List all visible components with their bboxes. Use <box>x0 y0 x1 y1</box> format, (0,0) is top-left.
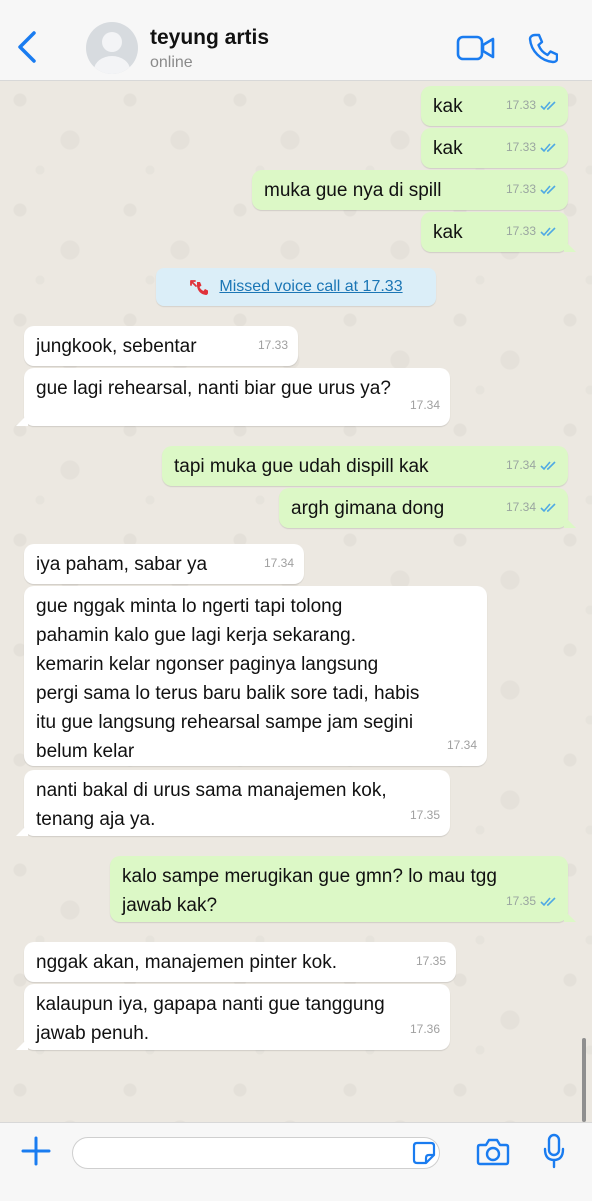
composer-bar <box>0 1122 592 1201</box>
message-meta: 17.33 <box>506 91 558 120</box>
read-ticks-icon <box>540 185 556 195</box>
message-meta: 17.35 <box>410 801 440 830</box>
phone-call-icon[interactable] <box>528 32 558 64</box>
microphone-icon[interactable] <box>542 1133 566 1169</box>
scrollbar[interactable] <box>582 1038 586 1122</box>
message-meta: 17.36 <box>410 1015 440 1044</box>
message-bubble-outgoing[interactable]: kak 17.33 <box>421 128 568 168</box>
message-meta: 17.33 <box>506 133 558 162</box>
message-bubble-incoming[interactable]: gue nggak minta lo ngerti tapi tolong pa… <box>24 586 487 766</box>
message-meta: 17.34 <box>264 549 294 578</box>
back-chevron-icon[interactable] <box>14 30 40 64</box>
message-time: 17.35 <box>505 894 536 908</box>
message-meta: 17.34 <box>506 451 558 480</box>
message-meta: 17.35 <box>506 887 558 916</box>
message-text: kak <box>433 138 463 159</box>
message-bubble-incoming[interactable]: gue lagi rehearsal, nanti biar gue urus … <box>16 368 450 426</box>
message-bubble-outgoing[interactable]: kak 17.33 <box>421 86 568 126</box>
chat-header: teyung artis online <box>0 0 592 81</box>
read-ticks-icon <box>540 503 556 513</box>
message-time: 17.35 <box>415 954 446 968</box>
message-text: tapi muka gue udah dispill kak <box>174 456 429 477</box>
message-meta: 17.33 <box>506 217 558 246</box>
read-ticks-icon <box>540 461 556 471</box>
message-text: kak <box>433 96 463 117</box>
message-time: 17.35 <box>409 808 440 822</box>
camera-icon[interactable] <box>476 1137 510 1167</box>
message-text: iya paham, sabar ya <box>36 554 208 575</box>
message-time: 17.33 <box>257 338 288 352</box>
message-text: gue nggak minta lo ngerti tapi tolong pa… <box>36 596 420 762</box>
message-text: argh gimana dong <box>291 498 445 519</box>
message-text: kalo sampe merugikan gue gmn? lo mau tgg… <box>122 866 497 916</box>
contact-name[interactable]: teyung artis <box>150 26 269 50</box>
video-call-icon[interactable] <box>456 34 496 62</box>
default-avatar-icon <box>94 32 130 74</box>
message-meta: 17.33 <box>258 331 288 360</box>
message-text: kak <box>433 222 463 243</box>
message-bubble-incoming[interactable]: jungkook, sebentar 17.33 <box>24 326 298 366</box>
message-time: 17.34 <box>505 458 536 472</box>
message-bubble-incoming[interactable]: iya paham, sabar ya 17.34 <box>24 544 304 584</box>
message-time: 17.34 <box>446 738 477 752</box>
message-meta: 17.33 <box>506 175 558 204</box>
read-ticks-icon <box>540 101 556 111</box>
message-input[interactable] <box>72 1137 440 1169</box>
message-text: kalaupun iya, gapapa nanti gue tanggung … <box>36 994 385 1044</box>
contact-status: online <box>150 54 193 71</box>
message-time: 17.34 <box>505 500 536 514</box>
avatar[interactable] <box>86 22 138 74</box>
message-text: muka gue nya di spill <box>264 180 442 201</box>
read-ticks-icon <box>540 897 556 907</box>
message-meta: 17.34 <box>447 731 477 760</box>
message-meta: 17.34 <box>506 493 558 522</box>
message-bubble-outgoing[interactable]: kak 17.33 <box>421 212 576 252</box>
plus-icon[interactable] <box>20 1135 52 1167</box>
message-time: 17.33 <box>505 182 536 196</box>
message-text: gue lagi rehearsal, nanti biar gue urus … <box>36 378 391 399</box>
message-meta: 17.34 <box>410 391 440 420</box>
missed-call-icon <box>190 280 209 295</box>
missed-call-notice[interactable]: Missed voice call at 17.33 <box>156 268 436 306</box>
message-bubble-incoming[interactable]: nanti bakal di urus sama manajemen kok, … <box>16 770 450 836</box>
message-bubble-incoming[interactable]: kalaupun iya, gapapa nanti gue tanggung … <box>16 984 450 1050</box>
message-time: 17.33 <box>505 140 536 154</box>
message-meta: 17.35 <box>416 947 446 976</box>
message-time: 17.34 <box>409 398 440 412</box>
message-time: 17.36 <box>409 1022 440 1036</box>
missed-call-label: Missed voice call at 17.33 <box>219 278 403 295</box>
message-bubble-outgoing[interactable]: tapi muka gue udah dispill kak 17.34 <box>162 446 568 486</box>
message-bubble-outgoing[interactable]: muka gue nya di spill 17.33 <box>252 170 568 210</box>
message-time: 17.33 <box>505 224 536 238</box>
message-time: 17.34 <box>263 556 294 570</box>
message-bubble-incoming[interactable]: nggak akan, manajemen pinter kok. 17.35 <box>24 942 456 982</box>
message-time: 17.33 <box>505 98 536 112</box>
message-text: jungkook, sebentar <box>36 336 197 357</box>
message-text: nanti bakal di urus sama manajemen kok, … <box>36 780 387 830</box>
message-text: nggak akan, manajemen pinter kok. <box>36 952 338 973</box>
sticker-icon[interactable] <box>412 1141 436 1165</box>
message-bubble-outgoing[interactable]: kalo sampe merugikan gue gmn? lo mau tgg… <box>110 856 576 922</box>
message-bubble-outgoing[interactable]: argh gimana dong 17.34 <box>279 488 576 528</box>
read-ticks-icon <box>540 143 556 153</box>
read-ticks-icon <box>540 227 556 237</box>
